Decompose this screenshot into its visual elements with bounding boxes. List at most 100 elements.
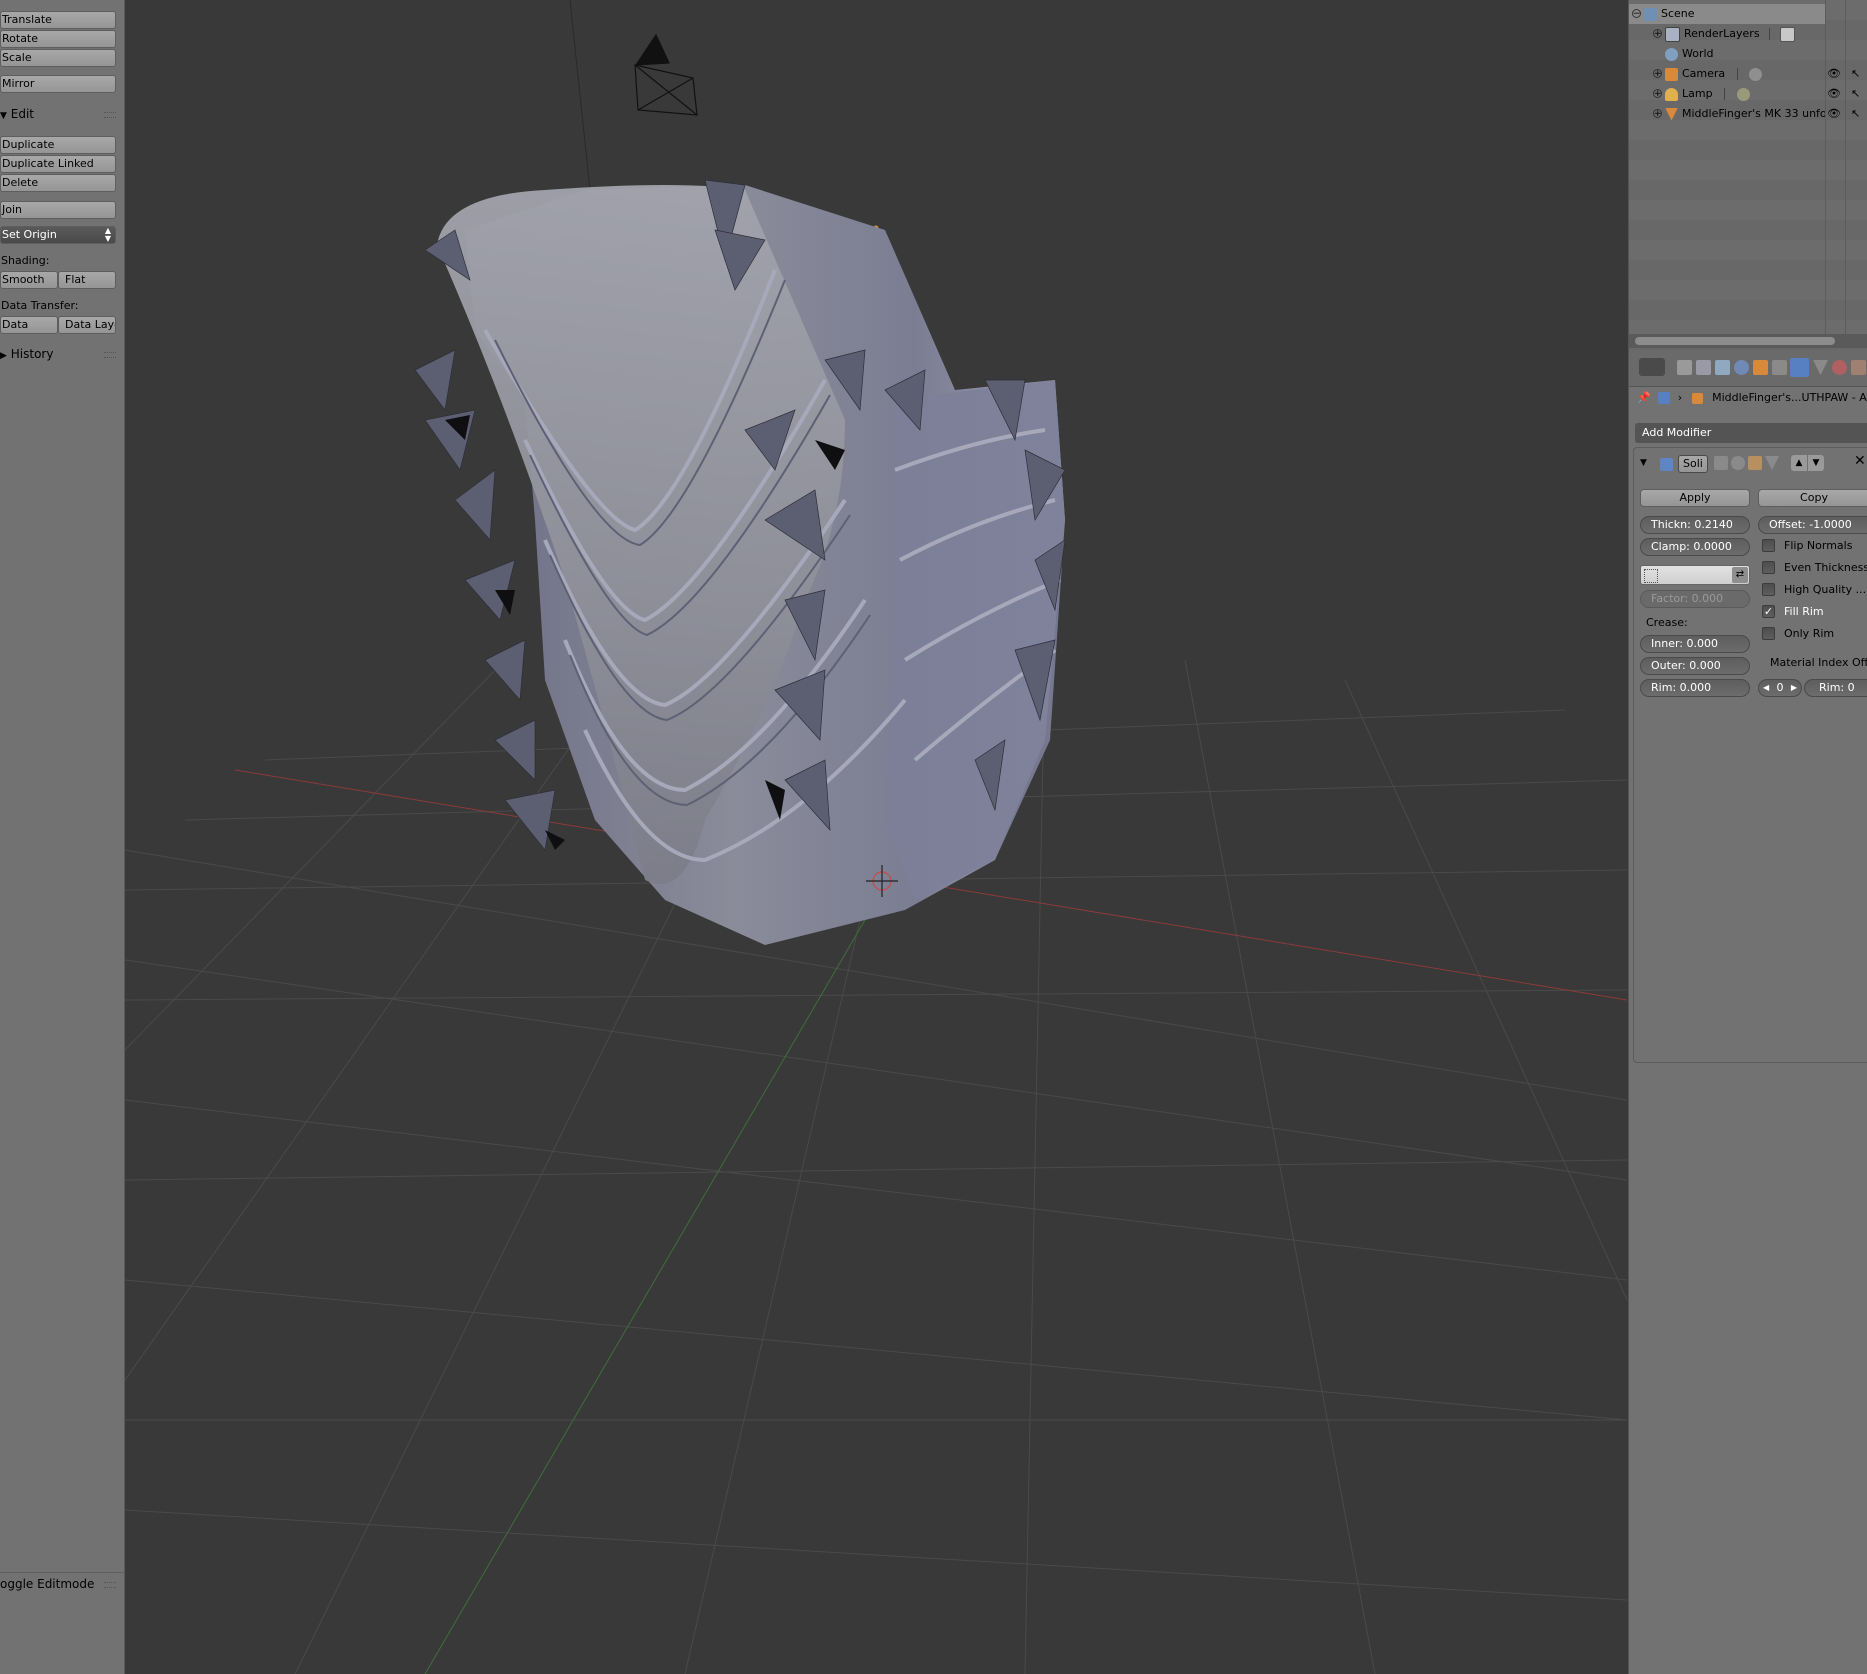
outliner-item-camera[interactable]: + Camera 👁 ↖: [1629, 64, 1867, 84]
offset-field[interactable]: Offset: -1.0000: [1758, 516, 1867, 534]
eye-icon[interactable]: 👁: [1827, 64, 1841, 84]
edit-panel-header[interactable]: ▼ Edit: [0, 105, 124, 123]
texture-tab-icon[interactable]: [1851, 360, 1866, 375]
flip-normals-checkbox[interactable]: [1762, 539, 1775, 552]
inner-crease-field[interactable]: Inner: 0.000: [1640, 635, 1750, 653]
outliner-item-world[interactable]: World: [1629, 44, 1867, 64]
lamp-data-icon[interactable]: [1736, 87, 1750, 101]
outliner-label: RenderLayers: [1684, 27, 1760, 40]
history-panel-title: History: [10, 347, 54, 361]
move-down-icon[interactable]: ▼: [1808, 455, 1824, 471]
only-rim-checkbox[interactable]: [1762, 627, 1775, 640]
modifier-name-field[interactable]: Soli: [1678, 455, 1708, 473]
collapse-triangle-icon[interactable]: ▼: [1640, 458, 1647, 468]
duplicate-button[interactable]: Duplicate: [0, 136, 116, 154]
scale-button[interactable]: Scale: [0, 49, 116, 67]
3d-viewport[interactable]: [125, 0, 1627, 1674]
rim-crease-field[interactable]: Rim: 0.000: [1640, 679, 1750, 697]
mirror-button[interactable]: Mirror: [0, 75, 116, 93]
properties-editor: 📌 › MiddleFinger's...UTHPAW - Al Add Mod…: [1628, 350, 1867, 1674]
add-modifier-dropdown[interactable]: Add Modifier: [1635, 423, 1867, 443]
constraints-tab-icon[interactable]: [1772, 360, 1787, 375]
drag-grip-icon[interactable]: [104, 352, 116, 358]
join-button[interactable]: Join: [0, 201, 116, 219]
expand-icon[interactable]: +: [1653, 29, 1662, 39]
cursor-select-icon[interactable]: ↖: [1851, 84, 1860, 104]
move-up-icon[interactable]: ▲: [1791, 455, 1807, 471]
cursor-select-icon[interactable]: ↖: [1851, 104, 1860, 124]
thickness-field[interactable]: Thickn: 0.2140: [1640, 516, 1750, 534]
high-quality-normals-checkbox[interactable]: [1762, 583, 1775, 596]
pin-icon[interactable]: 📌: [1637, 391, 1651, 404]
flat-shading-button[interactable]: Flat: [58, 271, 116, 289]
eye-icon[interactable]: 👁: [1827, 84, 1841, 104]
material-rim-offset-field[interactable]: Rim: 0: [1804, 679, 1867, 697]
data-transfer-button[interactable]: Data: [0, 316, 58, 334]
toggle-editmode-label: oggle Editmode: [0, 1577, 95, 1591]
material-index-offset-label: Material Index Offs...: [1770, 656, 1867, 669]
eye-icon[interactable]: 👁: [1827, 104, 1841, 124]
outliner-item-scene[interactable]: − Scene: [1629, 4, 1867, 24]
modifiers-tab-icon[interactable]: [1790, 358, 1809, 377]
duplicate-linked-button[interactable]: Duplicate Linked: [0, 155, 116, 173]
edit-panel-title: Edit: [10, 107, 34, 121]
expand-icon[interactable]: +: [1653, 89, 1662, 99]
close-icon[interactable]: ✕: [1854, 453, 1866, 469]
delete-button[interactable]: Delete: [0, 174, 116, 192]
drag-grip-icon[interactable]: [104, 112, 116, 118]
world-tab-icon[interactable]: [1734, 360, 1749, 375]
horizontal-scrollbar[interactable]: [1629, 334, 1867, 348]
mesh-icon: [1665, 107, 1678, 121]
history-panel-header[interactable]: ▶ History: [0, 345, 124, 363]
outliner-item-mesh[interactable]: + MiddleFinger's MK 33 unfol 👁 ↖: [1629, 104, 1867, 124]
divider: [0, 1572, 124, 1573]
copy-button[interactable]: Copy: [1758, 489, 1867, 507]
render-tab-icon[interactable]: [1677, 360, 1692, 375]
render-toggle-icon[interactable]: [1714, 456, 1728, 470]
material-tab-icon[interactable]: [1832, 360, 1847, 375]
high-quality-normals-label: High Quality ...: [1784, 583, 1867, 596]
outer-crease-field[interactable]: Outer: 0.000: [1640, 657, 1750, 675]
data-layout-button[interactable]: Data Layo: [58, 316, 116, 334]
camera-data-icon[interactable]: [1749, 67, 1763, 81]
render-layer-icon[interactable]: [1779, 26, 1795, 42]
set-origin-dropdown[interactable]: Set Origin ▲ ▼: [0, 226, 116, 244]
expand-icon[interactable]: +: [1653, 69, 1662, 79]
apply-button[interactable]: Apply: [1640, 489, 1750, 507]
object-tab-icon[interactable]: [1753, 360, 1768, 375]
scene-tab-icon[interactable]: [1715, 360, 1730, 375]
smooth-shading-button[interactable]: Smooth: [0, 271, 58, 289]
outliner-item-renderlayers[interactable]: + RenderLayers: [1629, 24, 1867, 44]
data-tab-icon[interactable]: [1813, 360, 1828, 375]
drag-grip-icon[interactable]: [104, 1582, 116, 1588]
even-thickness-checkbox[interactable]: [1762, 561, 1775, 574]
armor-mesh: [414, 179, 1066, 945]
editmode-toggle-icon[interactable]: [1748, 456, 1762, 470]
rotate-button[interactable]: Rotate: [0, 30, 116, 48]
crease-label: Crease:: [1646, 616, 1688, 629]
fill-rim-checkbox[interactable]: ✓: [1762, 605, 1775, 618]
render-layers-tab-icon[interactable]: [1696, 360, 1711, 375]
vertex-group-field[interactable]: ⇄: [1640, 565, 1750, 585]
outliner-panel: − Scene + RenderLayers World + Camera 👁 …: [1628, 0, 1867, 350]
outliner-item-content: MiddleFinger's MK 33 unfol: [1665, 104, 1825, 124]
collapse-icon[interactable]: −: [1632, 9, 1641, 19]
cursor-select-icon[interactable]: ↖: [1851, 64, 1860, 84]
invert-toggle-icon[interactable]: ⇄: [1732, 567, 1748, 583]
factor-field[interactable]: Factor: 0.000: [1640, 590, 1750, 608]
chevron-right-icon: ›: [1677, 391, 1683, 404]
clamp-field[interactable]: Clamp: 0.0000: [1640, 538, 1750, 556]
toggle-editmode-panel[interactable]: oggle Editmode: [0, 1575, 124, 1593]
scrollbar-thumb[interactable]: [1635, 337, 1835, 345]
cage-toggle-icon[interactable]: [1765, 456, 1779, 470]
camera-icon: [1665, 67, 1678, 81]
outliner-item-lamp[interactable]: + Lamp 👁 ↖: [1629, 84, 1867, 104]
expand-icon[interactable]: +: [1653, 109, 1662, 119]
divider: [1769, 28, 1771, 40]
translate-button[interactable]: Translate: [0, 11, 116, 29]
viewport-toggle-icon[interactable]: [1731, 456, 1745, 470]
material-index-offset-field[interactable]: ◀ 0 ▶: [1758, 679, 1802, 697]
material-index-value: 0: [1776, 681, 1784, 694]
shading-label: Shading:: [1, 254, 50, 267]
editor-type-menu[interactable]: [1639, 358, 1665, 376]
